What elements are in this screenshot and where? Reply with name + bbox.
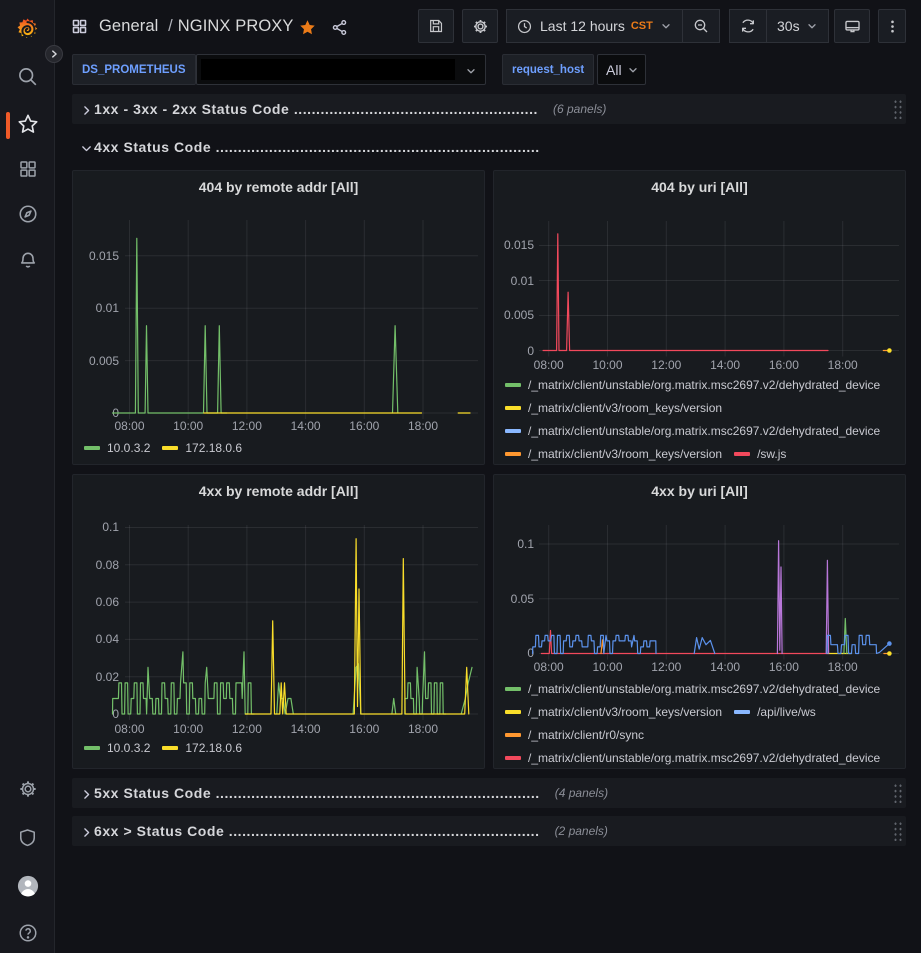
svg-text:0.005: 0.005 [89, 354, 119, 368]
svg-text:0.06: 0.06 [96, 595, 120, 609]
svg-text:0: 0 [112, 707, 119, 721]
svg-text:12:00: 12:00 [232, 419, 262, 433]
svg-text:18:00: 18:00 [828, 660, 858, 674]
svg-text:16:00: 16:00 [349, 419, 379, 433]
svg-text:08:00: 08:00 [534, 660, 564, 674]
svg-text:14:00: 14:00 [710, 358, 740, 372]
svg-text:08:00: 08:00 [114, 722, 144, 736]
svg-text:08:00: 08:00 [534, 358, 564, 372]
svg-text:12:00: 12:00 [651, 358, 681, 372]
svg-text:08:00: 08:00 [114, 419, 144, 433]
svg-text:14:00: 14:00 [710, 660, 740, 674]
svg-text:12:00: 12:00 [232, 722, 262, 736]
svg-text:18:00: 18:00 [408, 722, 438, 736]
svg-text:0.01: 0.01 [511, 274, 535, 288]
svg-text:14:00: 14:00 [291, 722, 321, 736]
svg-text:16:00: 16:00 [769, 660, 799, 674]
svg-text:10:00: 10:00 [592, 358, 622, 372]
svg-text:18:00: 18:00 [408, 419, 438, 433]
svg-text:10:00: 10:00 [173, 419, 203, 433]
svg-text:0: 0 [527, 344, 534, 358]
svg-text:10:00: 10:00 [592, 660, 622, 674]
svg-text:0.015: 0.015 [504, 238, 534, 252]
svg-text:0.04: 0.04 [96, 632, 120, 646]
svg-text:0.1: 0.1 [517, 537, 534, 551]
svg-text:16:00: 16:00 [769, 358, 799, 372]
svg-text:0.005: 0.005 [504, 308, 534, 322]
svg-text:0.1: 0.1 [102, 520, 119, 534]
svg-text:0.01: 0.01 [96, 301, 120, 315]
svg-text:14:00: 14:00 [291, 419, 321, 433]
svg-text:0.02: 0.02 [96, 670, 120, 684]
svg-text:0.08: 0.08 [96, 558, 120, 572]
svg-text:16:00: 16:00 [349, 722, 379, 736]
svg-text:10:00: 10:00 [173, 722, 203, 736]
svg-text:0.05: 0.05 [511, 592, 535, 606]
svg-text:18:00: 18:00 [828, 358, 858, 372]
svg-text:12:00: 12:00 [651, 660, 681, 674]
svg-text:0.015: 0.015 [89, 249, 119, 263]
